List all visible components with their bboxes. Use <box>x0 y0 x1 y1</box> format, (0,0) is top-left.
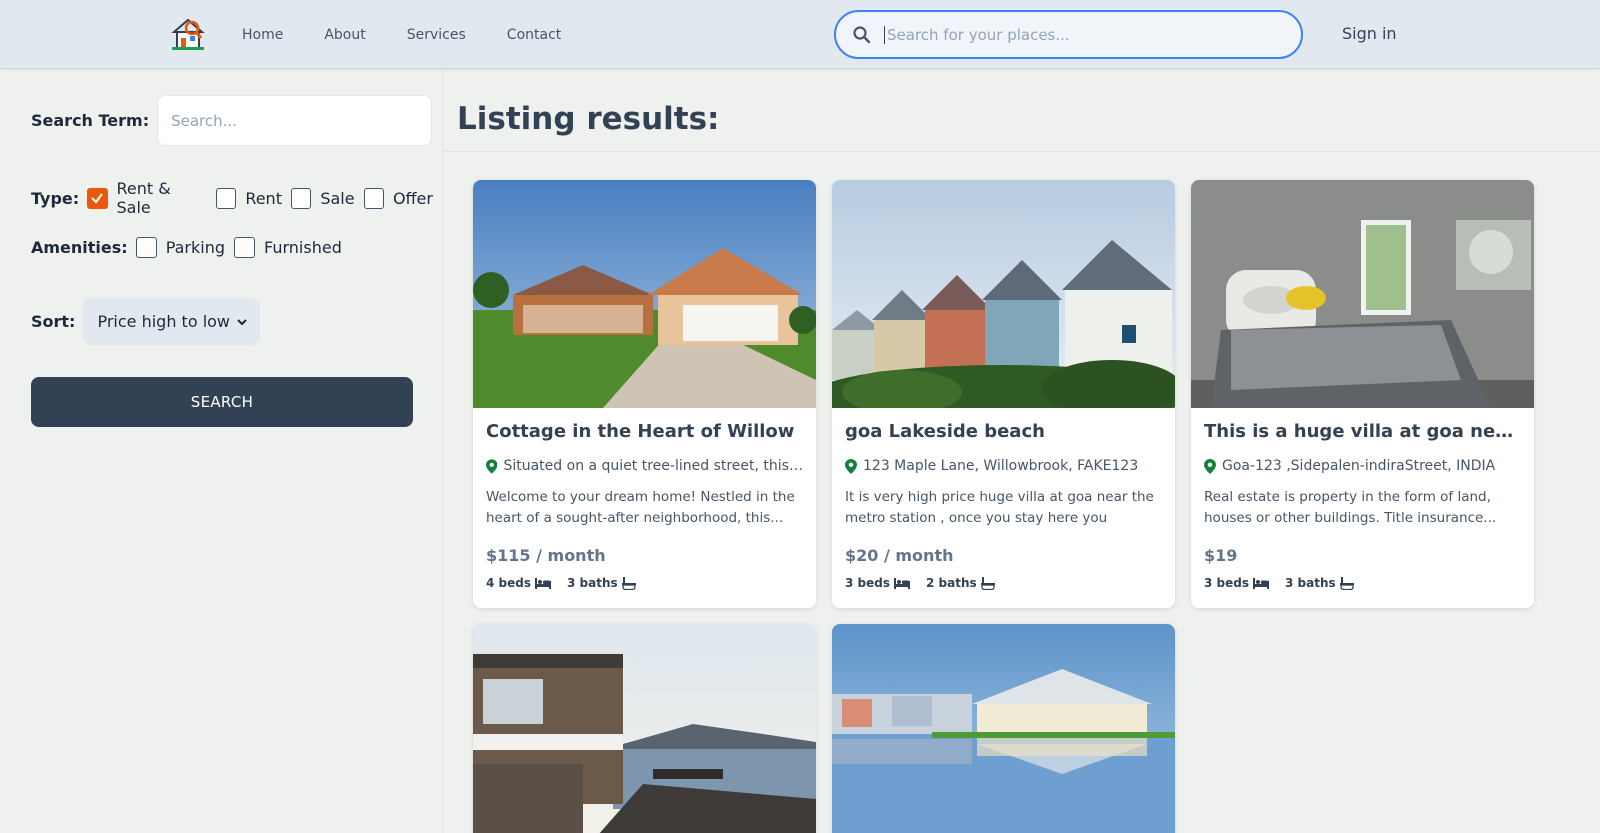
type-row: Type: Rent & Sale Rent Sale Offer <box>31 179 442 217</box>
sort-row: Sort: Price high to low <box>31 298 261 345</box>
baths-info: 3 baths <box>1285 576 1354 590</box>
listing-image[interactable] <box>473 180 816 408</box>
listing-address-text: 123 Maple Lane, Willowbrook, FAKE123 <box>863 458 1139 474</box>
offer-checkbox[interactable] <box>363 187 384 209</box>
sign-in-link[interactable]: Sign in <box>1342 24 1397 43</box>
listing-description: Welcome to your dream home! Nestled in t… <box>486 489 795 526</box>
rent-sale-label: Rent & Sale <box>116 179 171 217</box>
beds-count: 3 beds <box>1204 576 1249 590</box>
nav-about[interactable]: About <box>324 27 365 43</box>
header-search-input[interactable] <box>884 25 1284 44</box>
listing-title[interactable]: goa Lakeside beach <box>845 421 1165 442</box>
search-term-label: Search Term: <box>31 111 150 130</box>
beds-count: 4 beds <box>486 576 531 590</box>
listing-address: 123 Maple Lane, Willowbrook, FAKE123 <box>845 458 1165 474</box>
listing-address: Situated on a quiet tree-lined street, t… <box>486 458 806 474</box>
amenities-row: Amenities: Parking Furnished <box>31 237 351 258</box>
listing-price: $19 <box>1204 546 1238 565</box>
sale-label: Sale <box>320 188 355 208</box>
listing-address-text: Situated on a quiet tree-lined street, t… <box>503 458 806 474</box>
rent-label: Rent <box>245 188 282 208</box>
sort-label: Sort: <box>31 312 76 331</box>
listing-card[interactable]: Cottage in the Heart of Willow Situated … <box>473 180 816 608</box>
nav-services[interactable]: Services <box>407 27 466 43</box>
map-pin-icon <box>845 458 857 474</box>
listing-image[interactable] <box>473 624 816 833</box>
rent-checkbox[interactable] <box>215 187 237 209</box>
listing-description: Real estate is property in the form of l… <box>1204 489 1497 526</box>
bath-icon <box>980 576 995 590</box>
beds-info: 3 beds <box>845 576 910 590</box>
parking-checkbox[interactable] <box>135 237 157 258</box>
search-term-row: Search Term: <box>31 95 433 146</box>
map-pin-icon <box>1204 458 1216 474</box>
search-icon[interactable] <box>852 25 872 45</box>
baths-info: 2 baths <box>926 576 995 590</box>
listing-meta: 3 beds 3 baths <box>1204 576 1370 590</box>
listing-image[interactable] <box>832 180 1175 408</box>
beds-info: 3 beds <box>1204 576 1269 590</box>
listing-price: $115 / month <box>486 546 606 565</box>
listing-card[interactable] <box>473 624 816 833</box>
rent-sale-checkbox[interactable] <box>87 187 108 209</box>
search-term-input[interactable] <box>157 95 433 146</box>
beds-count: 3 beds <box>845 576 890 590</box>
listing-image[interactable] <box>832 624 1175 833</box>
listing-card[interactable] <box>832 624 1175 833</box>
listing-meta: 4 beds 3 baths <box>486 576 652 590</box>
furnished-checkbox[interactable] <box>234 237 256 258</box>
results-divider <box>444 151 1600 152</box>
listing-card[interactable]: This is a huge villa at goa near acean G… <box>1191 180 1534 608</box>
nav-home[interactable]: Home <box>242 27 283 43</box>
sort-value: Price high to low <box>97 312 231 331</box>
listing-results: Listing results: Cottage in the Heart of… <box>444 69 1600 833</box>
home-logo-icon[interactable] <box>170 16 206 52</box>
listing-title[interactable]: This is a huge villa at goa near acean <box>1204 421 1524 442</box>
baths-count: 3 baths <box>1285 576 1336 590</box>
sort-select[interactable]: Price high to low <box>83 298 261 345</box>
results-title: Listing results: <box>457 101 720 137</box>
baths-count: 3 baths <box>567 576 618 590</box>
filter-sidebar: Search Term: Type: Rent & Sale Rent Sale… <box>0 69 443 833</box>
map-pin-icon <box>486 458 498 474</box>
parking-label: Parking <box>165 238 226 257</box>
bed-icon <box>1253 577 1269 589</box>
type-label: Type: <box>31 188 80 208</box>
amenities-label: Amenities: <box>31 238 128 257</box>
baths-info: 3 baths <box>567 576 636 590</box>
bath-icon <box>621 576 636 590</box>
chevron-down-icon <box>237 318 248 325</box>
baths-count: 2 baths <box>926 576 977 590</box>
furnished-label: Furnished <box>264 238 342 257</box>
bed-icon <box>535 577 551 589</box>
top-navbar: Home About Services Contact Sign in <box>0 0 1600 69</box>
listing-price: $20 / month <box>845 546 954 565</box>
listing-address: Goa-123 ,Sidepalen-indiraStreet, INDIA <box>1204 458 1524 474</box>
listing-title[interactable]: Cottage in the Heart of Willow <box>486 421 806 442</box>
checkmark-icon <box>91 193 104 204</box>
main-nav: Home About Services Contact <box>242 0 602 69</box>
listing-meta: 3 beds 2 baths <box>845 576 1011 590</box>
search-button[interactable]: SEARCH <box>31 377 413 427</box>
listing-description: It is very high price huge villa at goa … <box>845 489 1154 526</box>
header-search[interactable] <box>834 10 1303 59</box>
nav-contact[interactable]: Contact <box>507 27 561 43</box>
bed-icon <box>894 577 910 589</box>
sale-checkbox[interactable] <box>290 187 312 209</box>
listing-address-text: Goa-123 ,Sidepalen-indiraStreet, INDIA <box>1222 458 1496 474</box>
listing-card[interactable]: goa Lakeside beach 123 Maple Lane, Willo… <box>832 180 1175 608</box>
offer-label: Offer <box>392 188 433 208</box>
listing-image[interactable] <box>1191 180 1534 408</box>
beds-info: 4 beds <box>486 576 551 590</box>
bath-icon <box>1339 576 1354 590</box>
